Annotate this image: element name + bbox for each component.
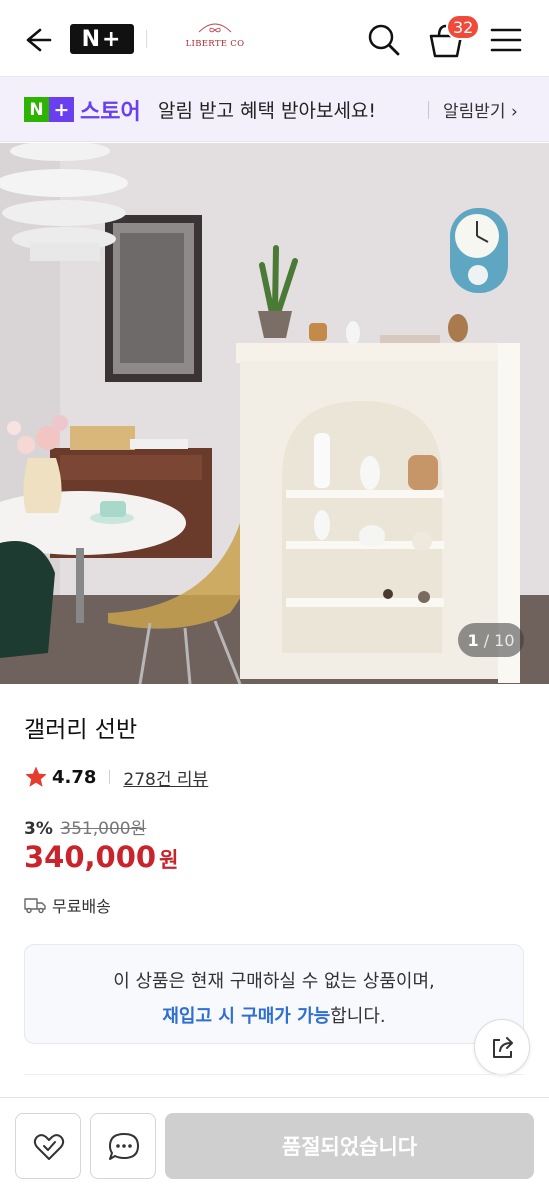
share-button[interactable] — [474, 1019, 530, 1075]
cart-count-badge: 32 — [446, 14, 481, 40]
sale-price-amount: 340,000 — [24, 840, 157, 874]
logo-plus: + — [49, 97, 74, 122]
back-arrow-icon[interactable] — [18, 22, 54, 58]
naver-plus-logo[interactable]: N+ — [70, 24, 134, 54]
subscribe-alert-button[interactable]: 알림받기 › — [443, 97, 518, 122]
discount-rate: 3% — [24, 819, 53, 839]
notice-line-2-rest: 합니다. — [330, 1006, 386, 1027]
chat-bubble-icon — [109, 1133, 139, 1160]
rating-divider — [109, 770, 111, 784]
banner-message: 알림 받고 혜택 받아보세요! — [158, 100, 377, 122]
product-title: 갤러리 선반 — [24, 717, 138, 743]
notice-line-1: 이 상품은 현재 구매하실 수 없는 상품이며, — [113, 971, 435, 992]
image-counter-current: 1 — [467, 630, 479, 650]
notice-line-2: 재입고 시 구매가 가능합니다. — [25, 1002, 523, 1028]
bottom-action-bar: 품절되었습니다 — [0, 1097, 549, 1200]
section-divider — [24, 1074, 524, 1075]
heart-check-icon — [33, 1134, 65, 1160]
logo-n: N — [24, 97, 49, 122]
banner-divider — [428, 101, 429, 119]
notice-restock-highlight: 재입고 시 구매가 가능 — [162, 1006, 331, 1027]
wishlist-button[interactable] — [15, 1113, 81, 1179]
product-image[interactable] — [0, 143, 549, 684]
original-price-row: 3% 351,000원 — [24, 814, 146, 839]
nav-divider — [146, 30, 147, 48]
star-icon — [25, 766, 47, 787]
sale-price-currency: 원 — [159, 848, 179, 872]
notification-banner[interactable]: N + 스토어 알림 받고 혜택 받아보세요! 알림받기 › — [0, 77, 549, 142]
out-of-stock-notice: 이 상품은 현재 구매하실 수 없는 상품이며, 재입고 시 구매가 가능합니다… — [24, 944, 524, 1044]
image-counter-total: / 10 — [483, 630, 515, 650]
rating-value: 4.78 — [52, 766, 97, 788]
search-icon[interactable] — [364, 20, 404, 60]
banner-store-label: 스토어 — [80, 100, 141, 125]
rating-row: 4.78 278건 리뷰 — [24, 764, 208, 790]
top-nav: N+ LIBERTE CO 32 — [0, 0, 549, 77]
shipping-label: 무료배송 — [52, 897, 111, 916]
menu-icon[interactable] — [488, 22, 524, 58]
chat-button[interactable] — [90, 1113, 156, 1179]
bow-icon — [198, 23, 232, 33]
naver-plus-store-logo: N + — [24, 97, 74, 122]
brand-name: LIBERTE CO — [185, 39, 245, 49]
image-counter: 1 / 10 — [458, 623, 524, 657]
share-icon — [493, 1037, 513, 1058]
sale-price: 340,000 원 — [24, 840, 178, 874]
shipping-row: 무료배송 — [24, 893, 111, 917]
original-price: 351,000원 — [60, 819, 147, 839]
brand-logo[interactable]: LIBERTE CO — [168, 20, 262, 60]
truck-icon — [24, 898, 46, 914]
sold-out-button[interactable]: 품절되었습니다 — [165, 1113, 534, 1179]
review-count-link[interactable]: 278건 리뷰 — [123, 765, 208, 790]
